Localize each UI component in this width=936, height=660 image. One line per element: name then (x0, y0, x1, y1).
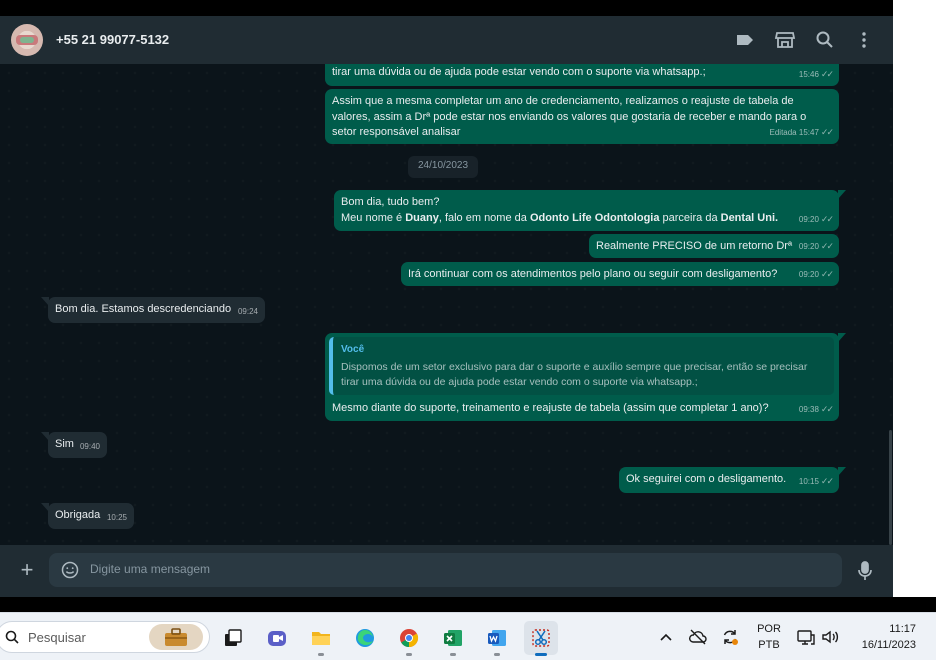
message-meta: 09:38 ✓✓ (798, 402, 834, 418)
clock-date[interactable]: 16/11/2023 (862, 639, 916, 651)
mic-icon[interactable] (855, 560, 875, 582)
taskbar: Pesquisar POR PTB 11:17 16/11/2023 (0, 612, 936, 660)
bold-name: Duany (405, 211, 439, 224)
date-separator: 24/10/2023 (408, 156, 479, 178)
emoji-icon[interactable] (61, 561, 79, 579)
quote-author: Você (341, 344, 365, 355)
menu-dots-icon[interactable] (853, 29, 875, 51)
message-input[interactable] (90, 562, 790, 576)
sync-icon[interactable] (720, 627, 740, 647)
message-outgoing[interactable]: tirar uma dúvida ou de ajuda pode estar … (325, 64, 839, 86)
edge-icon[interactable] (348, 621, 382, 655)
message-time: 15:46 (798, 69, 819, 79)
message-meta: 15:46 ✓✓ (798, 67, 834, 83)
message-outgoing[interactable]: Realmente PRECISO de um retorno Drª 09:2… (589, 234, 839, 258)
quote-text: Dispomos de um setor exclusivo para dar … (341, 360, 808, 388)
message-time: 09:20 (798, 214, 819, 224)
message-incoming[interactable]: Obrigada 10:25 (41, 503, 134, 529)
desktop-strip (0, 597, 936, 612)
message-time: 09:20 (798, 269, 819, 279)
message-text: Ok seguirei com o desligamento. (626, 473, 787, 485)
search-icon[interactable] (814, 29, 836, 51)
volume-icon[interactable] (820, 627, 840, 647)
message-meta: 09:20 ✓✓ (798, 267, 834, 283)
scrollbar[interactable] (889, 430, 892, 545)
bold-partner: Dental Uni. (720, 211, 779, 224)
message-meta: 09:24 (238, 304, 258, 320)
word-icon[interactable] (480, 621, 514, 656)
message-time: 15:47 (798, 127, 819, 137)
message-time: 09:40 (79, 441, 100, 451)
network-icon[interactable] (796, 627, 816, 647)
search-icon (5, 630, 19, 644)
message-outgoing[interactable]: Você Dispomos de um setor exclusivo para… (325, 333, 846, 421)
window-top-strip (0, 0, 893, 16)
quoted-message[interactable]: Você Dispomos de um setor exclusivo para… (329, 337, 834, 395)
contact-name[interactable]: +55 21 99077-5132 (56, 32, 169, 47)
teams-icon[interactable] (260, 621, 294, 655)
task-view-icon[interactable] (216, 621, 250, 655)
read-receipt-icon: ✓✓ (820, 126, 834, 137)
language-indicator[interactable]: POR (757, 623, 781, 635)
cloud-offline-icon[interactable] (688, 627, 708, 647)
message-time: 10:15 (798, 476, 819, 486)
avatar[interactable] (11, 24, 43, 56)
read-receipt-icon: ✓✓ (820, 475, 834, 486)
store-icon[interactable] (774, 29, 796, 51)
file-explorer-icon[interactable] (304, 621, 338, 656)
search-label: Pesquisar (28, 630, 86, 645)
message-text: Sim (55, 438, 74, 450)
message-input-box[interactable] (49, 553, 842, 587)
message-time: 09:20 (798, 241, 819, 251)
message-text: Bom dia, tudo bem? (341, 196, 440, 208)
read-receipt-icon: ✓✓ (820, 268, 834, 279)
message-meta: 10:15 ✓✓ (798, 474, 834, 490)
message-outgoing[interactable]: Irá continuar com os atendimentos pelo p… (401, 262, 839, 286)
message-meta: 09:20 ✓✓ (798, 239, 834, 255)
message-text: Bom dia. Estamos descredenciando (55, 303, 232, 315)
message-outgoing[interactable]: Ok seguirei com o desligamento. 10:15 ✓✓ (619, 467, 846, 493)
composer: + (0, 545, 893, 597)
read-receipt-icon: ✓✓ (820, 68, 834, 79)
message-incoming[interactable]: Sim 09:40 (41, 432, 107, 458)
message-meta: Editada 15:47 ✓✓ (769, 125, 835, 141)
edited-label: Editada (769, 127, 797, 137)
excel-icon[interactable] (436, 621, 470, 656)
message-meta: 10:25 (107, 510, 127, 526)
message-text: tirar uma dúvida ou de ajuda pode estar … (332, 66, 706, 78)
message-text: Irá continuar com os atendimentos pelo p… (408, 268, 778, 280)
read-receipt-icon: ✓✓ (820, 240, 834, 251)
briefcase-icon (165, 628, 187, 646)
whatsapp-window: +55 21 99077-5132 tirar uma dúvida ou de… (0, 0, 893, 597)
search-highlight-widget[interactable] (149, 624, 203, 650)
read-receipt-icon: ✓✓ (820, 403, 834, 414)
message-text: Realmente PRECISO de um retorno Drª (596, 240, 793, 252)
bold-company: Odonto Life Odontologia (529, 211, 660, 224)
message-list[interactable]: tirar uma dúvida ou de ajuda pode estar … (0, 64, 893, 545)
message-incoming[interactable]: Bom dia. Estamos descredenciando 09:24 (41, 297, 265, 323)
read-receipt-icon: ✓✓ (820, 213, 834, 224)
message-outgoing[interactable]: Assim que a mesma completar um ano de cr… (325, 89, 839, 144)
label-icon[interactable] (734, 29, 756, 51)
chrome-icon[interactable] (392, 621, 426, 656)
message-text: Mesmo diante do suporte, treinamento e r… (332, 401, 769, 414)
message-time: 09:38 (798, 404, 819, 414)
message-text: Obrigada (55, 509, 101, 521)
chat-header: +55 21 99077-5132 (0, 16, 893, 64)
chevron-up-icon[interactable] (656, 627, 676, 647)
clock-time[interactable]: 11:17 (889, 623, 916, 635)
background-window (893, 0, 936, 597)
message-text: Assim que a mesma completar um ano de cr… (332, 95, 807, 138)
keyboard-layout[interactable]: PTB (757, 639, 781, 651)
taskbar-search[interactable]: Pesquisar (0, 621, 210, 653)
message-outgoing[interactable]: Bom dia, tudo bem? Meu nome é Duany, fal… (334, 190, 846, 231)
message-time: 10:25 (106, 512, 127, 522)
message-text-line: Meu nome é Duany, falo em nome da Odonto… (341, 211, 779, 224)
snipping-tool-icon[interactable] (524, 621, 558, 656)
message-meta: 09:40 (80, 439, 100, 455)
message-meta: 09:20 ✓✓ (798, 212, 834, 228)
attach-button[interactable]: + (16, 559, 38, 582)
message-time: 09:24 (237, 306, 258, 316)
